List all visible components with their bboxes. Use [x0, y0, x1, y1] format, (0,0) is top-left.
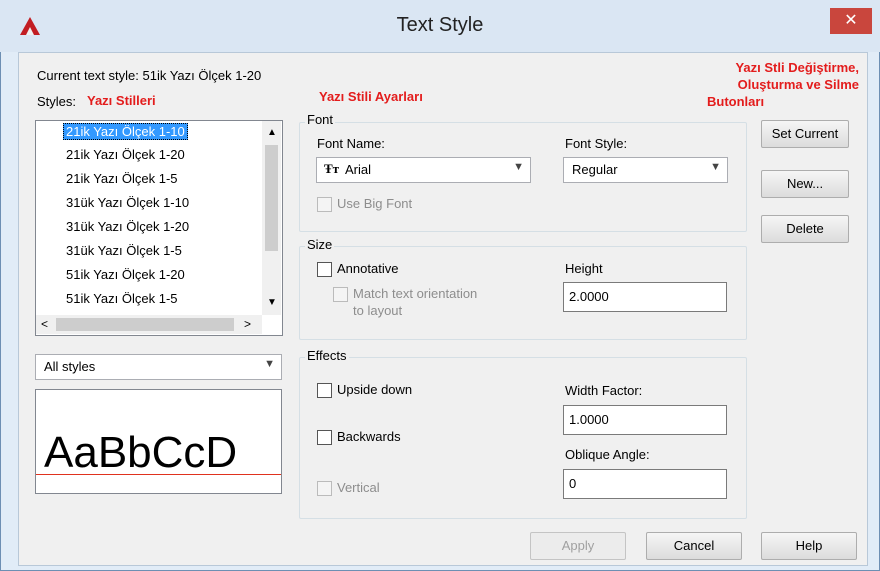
list-item[interactable]: 21ik Yazı Ölçek 1-10: [63, 123, 188, 140]
chevron-down-icon: ▼: [710, 161, 721, 173]
width-factor-value: 1.0000: [569, 412, 609, 427]
current-style-label: Current text style: 51ik Yazı Ölçek 1-20: [37, 68, 261, 83]
scroll-right-icon[interactable]: >: [244, 317, 251, 331]
scroll-up-icon[interactable]: ▲: [267, 127, 277, 138]
list-item[interactable]: 51ik Yazı Ölçek 1-20: [66, 267, 185, 282]
list-item[interactable]: 21ik Yazı Ölçek 1-5: [66, 171, 178, 186]
styles-filter-select[interactable]: All styles ▼: [35, 354, 282, 380]
font-style-value: Regular: [572, 162, 618, 177]
chevron-down-icon: ▼: [513, 161, 524, 173]
backwards-checkbox[interactable]: [317, 430, 332, 445]
font-name-value: Arial: [345, 162, 372, 177]
match-orientation-label: Match text orientation: [353, 286, 478, 301]
help-button[interactable]: Help: [761, 532, 857, 560]
list-item[interactable]: 51ik Yazı Ölçek 1-5: [66, 291, 178, 306]
h-scrollbar-thumb[interactable]: [56, 318, 234, 331]
vertical-label: Vertical: [337, 480, 380, 495]
oblique-angle-input[interactable]: 0: [563, 469, 727, 499]
current-style-caption: Current text style:: [37, 68, 139, 83]
dialog-body: Current text style: 51ik Yazı Ölçek 1-20…: [18, 52, 868, 566]
use-big-font-label: Use Big Font: [337, 196, 413, 211]
cancel-button[interactable]: Cancel: [646, 532, 742, 560]
width-factor-input[interactable]: 1.0000: [563, 405, 727, 435]
list-item[interactable]: 31ük Yazı Ölçek 1-10: [66, 195, 189, 210]
apply-button[interactable]: Apply: [530, 532, 626, 560]
text-style-dialog: Text Style ✕ Current text style: 51ik Ya…: [0, 0, 880, 571]
list-item[interactable]: 31ük Yazı Ölçek 1-5: [66, 243, 182, 258]
vertical-checkbox[interactable]: [317, 481, 332, 496]
truetype-icon: Ŧт: [324, 161, 340, 176]
new-button[interactable]: New...: [761, 170, 849, 198]
match-orientation-label-2: to layout: [353, 303, 403, 318]
list-item[interactable]: 21ik Yazı Ölçek 1-20: [66, 147, 185, 162]
vertical-scrollbar[interactable]: ▲ ▼: [262, 121, 281, 315]
styles-list[interactable]: 21ik Yazı Ölçek 1-10 21ik Yazı Ölçek 1-2…: [35, 120, 283, 336]
delete-button[interactable]: Delete: [761, 215, 849, 243]
size-group-label: Size: [305, 237, 335, 252]
buttons-annotation-line1: Yazı Stli Değiştirme,: [735, 60, 859, 75]
preview-text: AaBbCcD: [44, 428, 238, 477]
title-bar: Text Style ✕: [0, 0, 880, 52]
font-style-label: Font Style:: [565, 136, 628, 151]
height-input[interactable]: 2.0000: [563, 282, 727, 312]
styles-label: Styles:: [37, 94, 77, 109]
height-label: Height: [565, 261, 603, 276]
font-group-label: Font: [305, 112, 336, 127]
scrollbar-thumb[interactable]: [265, 145, 278, 251]
set-current-button[interactable]: Set Current: [761, 120, 849, 148]
match-orientation-checkbox[interactable]: [333, 287, 348, 302]
oblique-angle-value: 0: [569, 476, 577, 491]
width-factor-label: Width Factor:: [565, 383, 643, 398]
close-button[interactable]: ✕: [830, 8, 872, 34]
styles-annotation: Yazı Stilleri: [87, 93, 156, 108]
annotative-label: Annotative: [337, 261, 399, 276]
styles-filter-value: All styles: [44, 359, 96, 374]
buttons-annotation-line3-text: Butonları: [707, 94, 765, 109]
use-big-font-checkbox[interactable]: [317, 197, 332, 212]
upside-down-checkbox[interactable]: [317, 383, 332, 398]
oblique-angle-label: Oblique Angle:: [565, 447, 650, 462]
style-preview: AaBbCcD: [35, 389, 282, 494]
list-item[interactable]: 31ük Yazı Ölçek 1-20: [66, 219, 189, 234]
backwards-label: Backwards: [337, 429, 401, 444]
current-style-value: 51ik Yazı Ölçek 1-20: [142, 68, 262, 83]
window-title: Text Style: [396, 14, 484, 36]
buttons-annotation-line3: Butonları: [701, 94, 859, 109]
scroll-left-icon[interactable]: <: [41, 317, 48, 331]
settings-annotation: Yazı Stili Ayarları: [319, 89, 423, 104]
upside-down-label: Upside down: [337, 382, 413, 397]
effects-group-label: Effects: [305, 348, 349, 363]
chevron-down-icon: ▼: [264, 358, 275, 370]
font-style-select[interactable]: Regular ▼: [563, 157, 728, 183]
font-name-select[interactable]: Ŧт Arial ▼: [316, 157, 531, 183]
horizontal-scrollbar[interactable]: < >: [36, 315, 262, 334]
annotative-checkbox[interactable]: [317, 262, 332, 277]
scroll-down-icon[interactable]: ▼: [267, 297, 277, 308]
font-name-label: Font Name:: [317, 136, 385, 151]
height-value: 2.0000: [569, 289, 609, 304]
buttons-annotation-line2: Oluşturma ve Silme: [737, 77, 859, 92]
